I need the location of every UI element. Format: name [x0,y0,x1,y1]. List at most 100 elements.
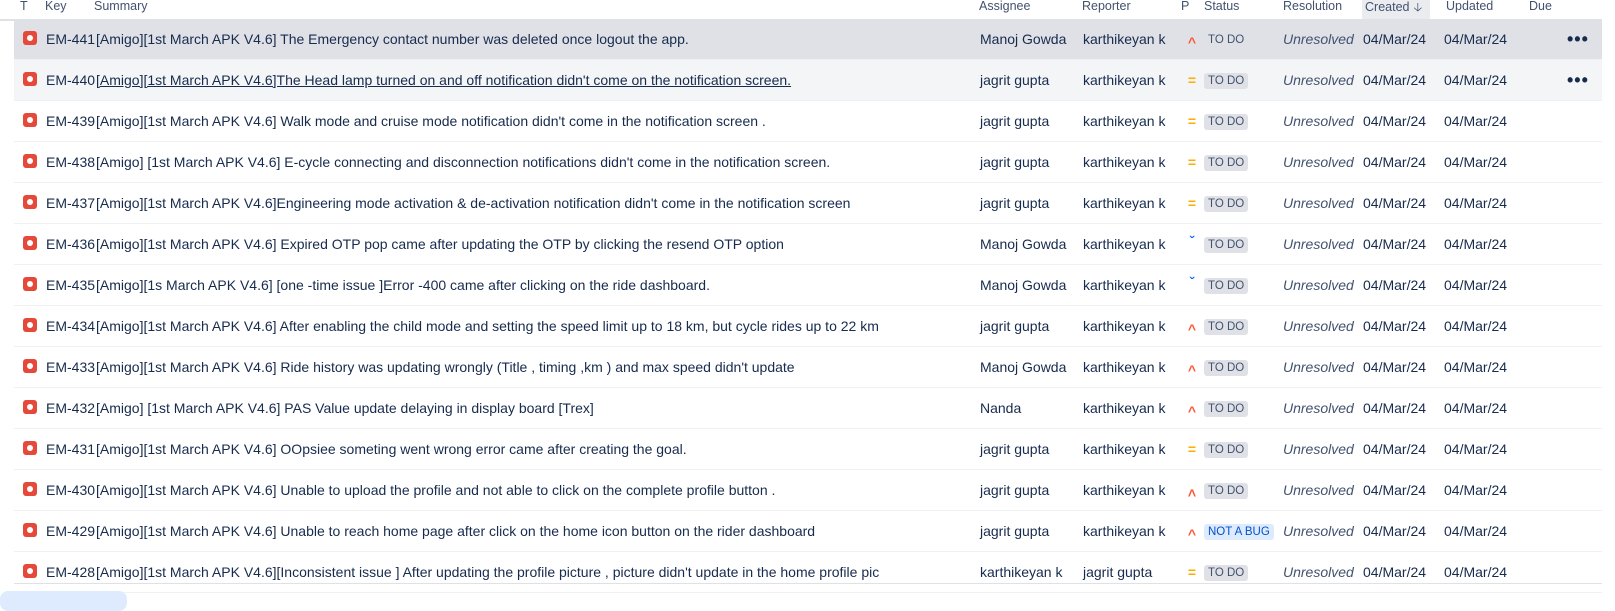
issue-reporter: karthikeyan k [1083,277,1166,293]
issue-key[interactable]: EM-435 [46,265,95,305]
issue-created: 04/Mar/24 [1363,236,1427,252]
bug-icon [23,564,37,578]
issue-summary[interactable]: [Amigo][1st March APK V4.6] OOpsiee some… [96,429,687,469]
status-badge[interactable]: TO DO [1204,401,1249,418]
status-badge[interactable]: TO DO [1204,73,1249,90]
status-cell: NOT A BUG [1204,511,1274,551]
table-row[interactable]: EM-431 [Amigo][1st March APK V4.6] OOpsie… [14,429,1602,470]
issue-summary[interactable]: [Amigo] [1st March APK V4.6] E-cycle con… [96,142,830,182]
column-header-key[interactable]: Key [45,0,67,13]
issue-summary[interactable]: [Amigo][1st March APK V4.6] The Emergenc… [96,19,689,59]
issue-summary[interactable]: [Amigo][1st March APK V4.6] Unable to up… [96,470,775,510]
column-header-status[interactable]: Status [1204,0,1239,13]
table-row[interactable]: EM-434 [Amigo][1st March APK V4.6] After … [14,306,1602,347]
column-header-assignee[interactable]: Assignee [979,0,1030,13]
table-row[interactable]: EM-436 [Amigo][1st March APK V4.6] Expire… [14,224,1602,265]
status-badge[interactable]: TO DO [1204,442,1249,459]
issue-assignee: Manoj Gowda [980,277,1067,293]
issue-resolution: Unresolved [1283,482,1354,498]
priority-medium-icon: = [1187,564,1197,580]
issue-created: 04/Mar/24 [1363,359,1427,375]
status-badge[interactable]: TO DO [1204,278,1249,295]
bug-icon [23,359,37,373]
status-cell: TO DO [1204,552,1249,592]
issue-key[interactable]: EM-431 [46,429,95,469]
column-header-updated[interactable]: Updated [1446,0,1493,13]
priority-medium-icon: = [1187,113,1197,129]
issue-summary[interactable]: [Amigo][1st March APK V4.6] Walk mode an… [96,101,766,141]
table-row[interactable]: EM-435 [Amigo][1s March APK V4.6] [one -t… [14,265,1602,306]
issue-summary[interactable]: [Amigo][1st March APK V4.6] After enabli… [96,306,879,346]
issue-resolution: Unresolved [1283,441,1354,457]
column-header-summary[interactable]: Summary [94,0,147,13]
status-badge[interactable]: TO DO [1204,565,1249,582]
table-row[interactable]: EM-428 [Amigo][1st March APK V4.6][Incons… [14,552,1602,593]
issue-key[interactable]: EM-439 [46,101,95,141]
status-badge[interactable]: TO DO [1204,360,1249,377]
issue-table-body: EM-441 [Amigo][1st March APK V4.6] The Em… [14,19,1602,593]
issue-created: 04/Mar/24 [1363,113,1427,129]
issue-key[interactable]: EM-440 [46,60,95,100]
table-row[interactable]: EM-437 [Amigo][1st March APK V4.6]Enginee… [14,183,1602,224]
issue-summary[interactable]: [Amigo][1st March APK V4.6] Unable to re… [96,511,815,551]
issue-created: 04/Mar/24 [1363,72,1427,88]
issue-summary[interactable]: [Amigo][1st March APK V4.6] Expired OTP … [96,224,784,264]
issue-reporter: karthikeyan k [1083,482,1166,498]
status-badge[interactable]: TO DO [1204,319,1249,336]
column-header-resolution[interactable]: Resolution [1283,0,1342,13]
issue-key[interactable]: EM-437 [46,183,95,223]
issue-summary[interactable]: [Amigo][1s March APK V4.6] [one -time is… [96,265,710,305]
issue-key[interactable]: EM-436 [46,224,95,264]
issue-assignee: Manoj Gowda [980,359,1067,375]
pagination-chip[interactable] [0,591,127,611]
column-header-created[interactable]: Created 🡣 [1362,0,1431,19]
issue-key[interactable]: EM-429 [46,511,95,551]
table-row[interactable]: EM-440 [Amigo][1st March APK V4.6]The Hea… [14,60,1602,101]
more-actions-icon[interactable]: ••• [1567,60,1589,100]
table-row[interactable]: EM-433 [Amigo][1st March APK V4.6] Ride h… [14,347,1602,388]
issue-assignee: jagrit gupta [980,113,1050,129]
bug-icon [23,523,37,537]
priority-low-icon: ˇ [1189,233,1195,249]
table-row[interactable]: EM-430 [Amigo][1st March APK V4.6] Unable… [14,470,1602,511]
table-row[interactable]: EM-429 [Amigo][1st March APK V4.6] Unable… [14,511,1602,552]
issue-key[interactable]: EM-441 [46,19,95,59]
column-header-due[interactable]: Due [1529,0,1552,13]
column-header-created-label: Created [1365,0,1410,14]
table-row[interactable]: EM-432 [Amigo] [1st March APK V4.6] PAS V… [14,388,1602,429]
issue-created: 04/Mar/24 [1363,564,1427,580]
issue-summary[interactable]: [Amigo][1st March APK V4.6][Inconsistent… [96,552,879,592]
table-row[interactable]: EM-441 [Amigo][1st March APK V4.6] The Em… [14,19,1602,60]
status-badge[interactable]: TO DO [1204,114,1249,131]
issue-key[interactable]: EM-438 [46,142,95,182]
column-header-priority[interactable]: P [1181,0,1189,13]
status-badge[interactable]: TO DO [1204,155,1249,172]
status-badge[interactable]: TO DO [1204,196,1249,213]
table-row[interactable]: EM-438 [Amigo] [1st March APK V4.6] E-cyc… [14,142,1602,183]
status-badge[interactable]: TO DO [1204,237,1249,254]
column-header-reporter[interactable]: Reporter [1082,0,1131,13]
status-badge[interactable]: TO DO [1204,483,1249,500]
issue-key[interactable]: EM-433 [46,347,95,387]
issue-assignee: Manoj Gowda [980,236,1067,252]
issue-updated: 04/Mar/24 [1444,482,1508,498]
issue-key[interactable]: EM-428 [46,552,95,592]
issue-key[interactable]: EM-432 [46,388,95,428]
issue-updated: 04/Mar/24 [1444,154,1508,170]
issue-updated: 04/Mar/24 [1444,236,1508,252]
status-badge[interactable]: NOT A BUG [1204,524,1274,541]
issue-key[interactable]: EM-430 [46,470,95,510]
column-header-type[interactable]: T [20,0,28,13]
issue-updated: 04/Mar/24 [1444,195,1508,211]
issue-summary[interactable]: [Amigo][1st March APK V4.6]Engineering m… [96,183,850,223]
issue-key[interactable]: EM-434 [46,306,95,346]
issue-created: 04/Mar/24 [1363,318,1427,334]
status-badge[interactable]: TO DO [1204,32,1249,49]
issue-summary[interactable]: [Amigo][1st March APK V4.6] Ride history… [96,347,795,387]
issue-created: 04/Mar/24 [1363,400,1427,416]
issue-summary[interactable]: [Amigo][1st March APK V4.6]The Head lamp… [96,60,791,100]
issue-summary[interactable]: [Amigo] [1st March APK V4.6] PAS Value u… [96,388,594,428]
more-actions-icon[interactable]: ••• [1567,19,1589,59]
issue-updated: 04/Mar/24 [1444,72,1508,88]
table-row[interactable]: EM-439 [Amigo][1st March APK V4.6] Walk m… [14,101,1602,142]
